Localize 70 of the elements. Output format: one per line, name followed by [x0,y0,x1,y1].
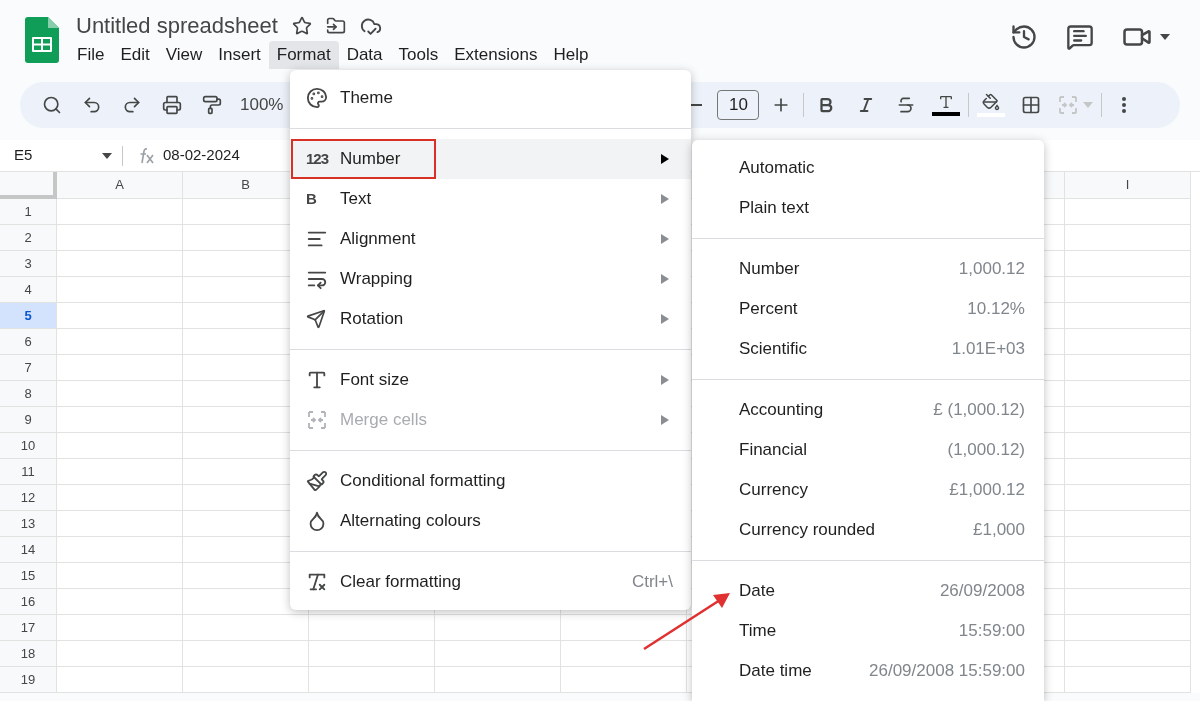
menu-item[interactable]: Date 26/09/2008 [692,571,1044,611]
menu-item-label: Number [340,148,401,171]
row-header[interactable]: 3 [0,251,57,277]
menu-bar-item[interactable]: Extensions [446,41,546,69]
zoom-select[interactable]: 100% [234,87,290,123]
menu-item[interactable]: Alternating colours [290,501,691,541]
menu-item-label: Alignment [340,228,416,251]
menu-item[interactable]: Accounting £ (1,000.12) [692,390,1044,430]
menu-item[interactable]: 123 Number [290,139,691,179]
row-header[interactable]: 12 [0,485,57,511]
menu-item-label: Font size [340,369,409,392]
menu-item[interactable]: Scientific 1.01E+03 [692,329,1044,369]
menu-bar-item[interactable]: Tools [390,41,447,69]
menu-item[interactable]: Clear formatting Ctrl+\ [290,562,691,602]
menu-item-label: Alternating colours [340,510,481,533]
menu-item[interactable]: Theme [290,78,691,118]
menu-item[interactable]: Percent 10.12% [692,289,1044,329]
row-header[interactable]: 10 [0,433,57,459]
row-header[interactable]: 8 [0,381,57,407]
row-header[interactable]: 17 [0,615,57,641]
row-header[interactable]: 5 [0,303,57,329]
menu-item[interactable]: Alignment [290,219,691,259]
menu-item[interactable]: Rotation [290,299,691,339]
menu-item[interactable]: Automatic [692,148,1044,188]
row-header[interactable]: 13 [0,511,57,537]
row-header[interactable]: 9 [0,407,57,433]
menu-item-label: Theme [340,87,393,110]
font-size-field[interactable]: 10 [717,90,760,120]
formula-field[interactable]: 08-02-2024 [163,144,240,167]
menu-item-label: Conditional formatting [340,470,506,493]
row-header[interactable]: 16 [0,589,57,615]
menu-item[interactable]: Date time 26/09/2008 15:59:00 [692,651,1044,691]
shortcut-label: Ctrl+\ [631,571,673,594]
menu-item-label: Rotation [340,308,404,331]
row-header[interactable]: 6 [0,329,57,355]
menu-item-label: Wrapping [340,268,413,291]
row-header[interactable]: 1 [0,199,57,225]
document-title[interactable]: Untitled spreadsheet [76,15,278,37]
name-box[interactable]: E5 [0,144,122,167]
column-header[interactable]: I [1065,172,1191,199]
row-header[interactable]: 19 [0,667,57,693]
menu-bar-item[interactable]: File [69,41,113,69]
menu-bar-item[interactable]: Data [338,41,391,69]
menu-item-label: Merge cells [340,409,427,432]
row-header[interactable]: 18 [0,641,57,667]
row-header[interactable]: 2 [0,225,57,251]
menu-bar-item[interactable]: View [157,41,211,69]
menu-item-icon: 123 [306,147,329,171]
menu-item[interactable]: Number 1,000.12 [692,249,1044,289]
menu-item-label: Text [340,188,372,211]
menu-item-icon: B [306,187,316,211]
row-header[interactable]: 11 [0,459,57,485]
menu-item[interactable]: Conditional formatting [290,461,691,501]
menu-bar-item[interactable]: Help [545,41,597,69]
menu-item[interactable]: Plain text [692,188,1044,228]
menu-item[interactable]: Font size [290,360,691,400]
row-header[interactable]: 7 [0,355,57,381]
menu-bar-item[interactable]: Insert [210,41,269,69]
column-header[interactable]: A [57,172,183,199]
row-header[interactable]: 15 [0,563,57,589]
menu-bar-item[interactable]: Edit [112,41,158,69]
menu-item[interactable]: Currency £1,000.12 [692,470,1044,510]
row-header[interactable]: 4 [0,277,57,303]
row-header[interactable]: 14 [0,537,57,563]
menu-item[interactable]: Time 15:59:00 [692,611,1044,651]
menu-bar-item[interactable]: Format [268,41,339,69]
menu-item[interactable]: Financial (1,000.12) [692,430,1044,470]
menu-item[interactable]: Wrapping [290,259,691,299]
menu-item-label: Clear formatting [340,571,461,594]
menu-item[interactable]: Currency rounded £1,000 [692,510,1044,550]
